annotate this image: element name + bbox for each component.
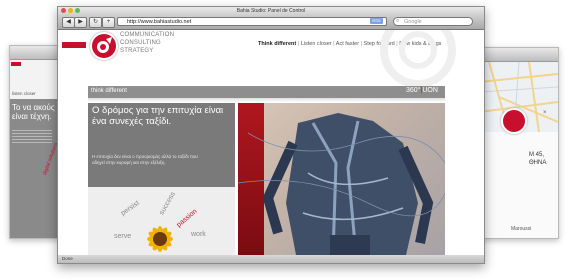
url-field[interactable]: http://www.bahiastudio.net bbox=[117, 17, 387, 26]
tagline-line-2: CONSULTING bbox=[120, 40, 161, 46]
nav-separator: | bbox=[333, 41, 335, 47]
forward-button[interactable]: ▶ bbox=[74, 17, 87, 28]
window-title: Bahia Studio: Panel de Control bbox=[58, 7, 484, 15]
section-label: think different bbox=[91, 88, 127, 94]
hero-body: Η επιτυχία δεν είναι ο προορισμός αλλά τ… bbox=[92, 154, 198, 165]
window-close-button[interactable] bbox=[61, 8, 66, 13]
nav-listen-closer[interactable]: Listen closer bbox=[301, 41, 332, 47]
nav-separator: | bbox=[297, 41, 300, 47]
rss-badge[interactable]: RSS bbox=[370, 18, 383, 24]
section-band bbox=[88, 86, 445, 98]
browser-toolbar: ◀ ▶ ↻ + http://www.bahiastudio.net RSS G… bbox=[58, 15, 484, 30]
right-window-logo-icon bbox=[501, 108, 527, 134]
left-window-menu[interactable]: listen closer bbox=[12, 91, 36, 96]
brand-red-bar bbox=[62, 42, 86, 48]
left-window-body-text bbox=[12, 130, 52, 144]
left-window-logo-mark bbox=[11, 62, 21, 66]
hero-headline: Ο δρόμος για την επιτυχία είναι ένα συνε… bbox=[92, 105, 224, 127]
nav-act-faster[interactable]: Act faster bbox=[336, 41, 359, 47]
search-icon: ⌕ bbox=[396, 18, 400, 24]
status-bar: Done bbox=[58, 255, 484, 263]
window-minimize-button[interactable] bbox=[68, 8, 73, 13]
word-work: work bbox=[191, 231, 206, 238]
close-icon[interactable]: × bbox=[543, 110, 547, 116]
address-line-1: M 45, bbox=[529, 152, 545, 158]
main-browser-window: Bahia Studio: Panel de Control ◀ ▶ ↻ + h… bbox=[57, 6, 485, 264]
hero-photo bbox=[238, 103, 445, 255]
tagline-line-1: COMMUNICATION bbox=[120, 32, 175, 38]
tagline-line-3: STRATEGY bbox=[120, 48, 154, 54]
sunflower-icon bbox=[147, 226, 173, 252]
nav-think-different[interactable]: Think different bbox=[258, 41, 296, 47]
logo-glyph bbox=[97, 37, 112, 53]
add-bookmark-button[interactable]: + bbox=[102, 17, 115, 28]
window-zoom-button[interactable] bbox=[75, 8, 80, 13]
reload-button[interactable]: ↻ bbox=[89, 17, 102, 28]
counter-value: 360° bbox=[406, 87, 421, 94]
jacket-illustration bbox=[238, 113, 445, 255]
web-page: COMMUNICATION CONSULTING STRATEGY Think … bbox=[58, 30, 484, 255]
right-window-footer: Maroussi bbox=[511, 226, 532, 232]
band-shadow bbox=[88, 98, 445, 102]
search-field[interactable]: Google bbox=[393, 17, 473, 26]
counter-tag: UON bbox=[422, 87, 438, 94]
right-background-window: × M 45, ΘΗΝΑ Maroussi bbox=[478, 47, 559, 239]
watermark-graphic bbox=[380, 30, 456, 88]
section-counter: 360°|UON bbox=[406, 87, 438, 94]
word-serve: serve bbox=[114, 233, 132, 240]
brand-logo-icon[interactable] bbox=[90, 32, 118, 60]
right-window-titlebar bbox=[479, 48, 558, 62]
address-line-2: ΘΗΝΑ bbox=[529, 160, 547, 166]
